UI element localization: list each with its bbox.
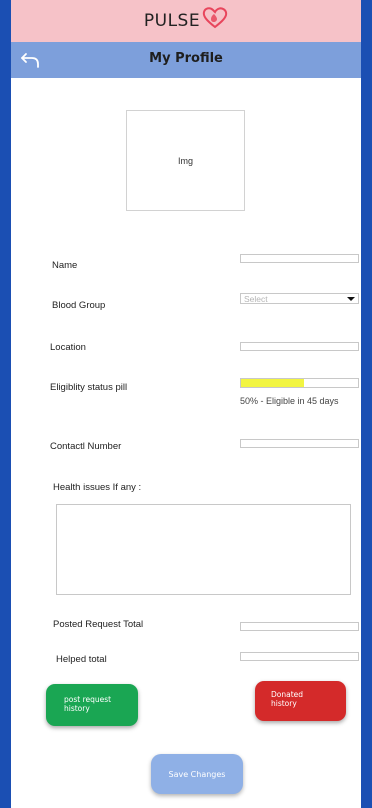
donated-history-label: Donated history: [271, 690, 304, 708]
eligibility-status-text: 50% - Eligible in 45 days: [240, 396, 339, 406]
location-label: Location: [50, 342, 86, 353]
save-changes-button[interactable]: Save Changes: [151, 754, 243, 794]
brand-bar: PULSE: [11, 0, 361, 42]
contact-number-field[interactable]: [240, 439, 359, 448]
chevron-down-icon: [347, 297, 355, 301]
helped-total-label: Helped total: [56, 654, 107, 665]
blood-group-select[interactable]: Select: [240, 293, 359, 304]
posted-request-total-label: Posted Request Total: [53, 619, 144, 630]
blood-group-placeholder: Select: [244, 294, 268, 304]
profile-image-placeholder[interactable]: Img: [126, 110, 245, 211]
health-issues-textarea[interactable]: [56, 504, 351, 595]
post-request-history-label: post request history: [64, 695, 112, 713]
name-field[interactable]: [240, 254, 359, 263]
eligibility-label: Eligiblity status pill: [50, 382, 128, 393]
heart-droplet-icon: [202, 7, 228, 29]
image-placeholder-text: Img: [177, 155, 193, 166]
blood-group-label: Blood Group: [52, 300, 106, 311]
donated-history-button[interactable]: Donated history: [255, 681, 346, 721]
page-title: My Profile: [149, 51, 223, 66]
app-frame: PULSE My Profile Img Name Blood Group Se…: [0, 0, 372, 808]
posted-request-total-field: [240, 622, 359, 631]
eligibility-progress-fill: [241, 379, 305, 387]
contact-number-label: Contactl Number: [50, 441, 122, 452]
health-issues-label: Health issues If any :: [53, 482, 142, 493]
location-field[interactable]: [240, 342, 359, 351]
helped-total-field: [240, 652, 359, 661]
app-header: My Profile: [11, 42, 361, 78]
post-request-history-button[interactable]: post request history: [46, 684, 138, 726]
brand-name: PULSE: [143, 11, 201, 31]
name-label: Name: [52, 260, 78, 271]
eligibility-status-pill: [240, 378, 359, 388]
